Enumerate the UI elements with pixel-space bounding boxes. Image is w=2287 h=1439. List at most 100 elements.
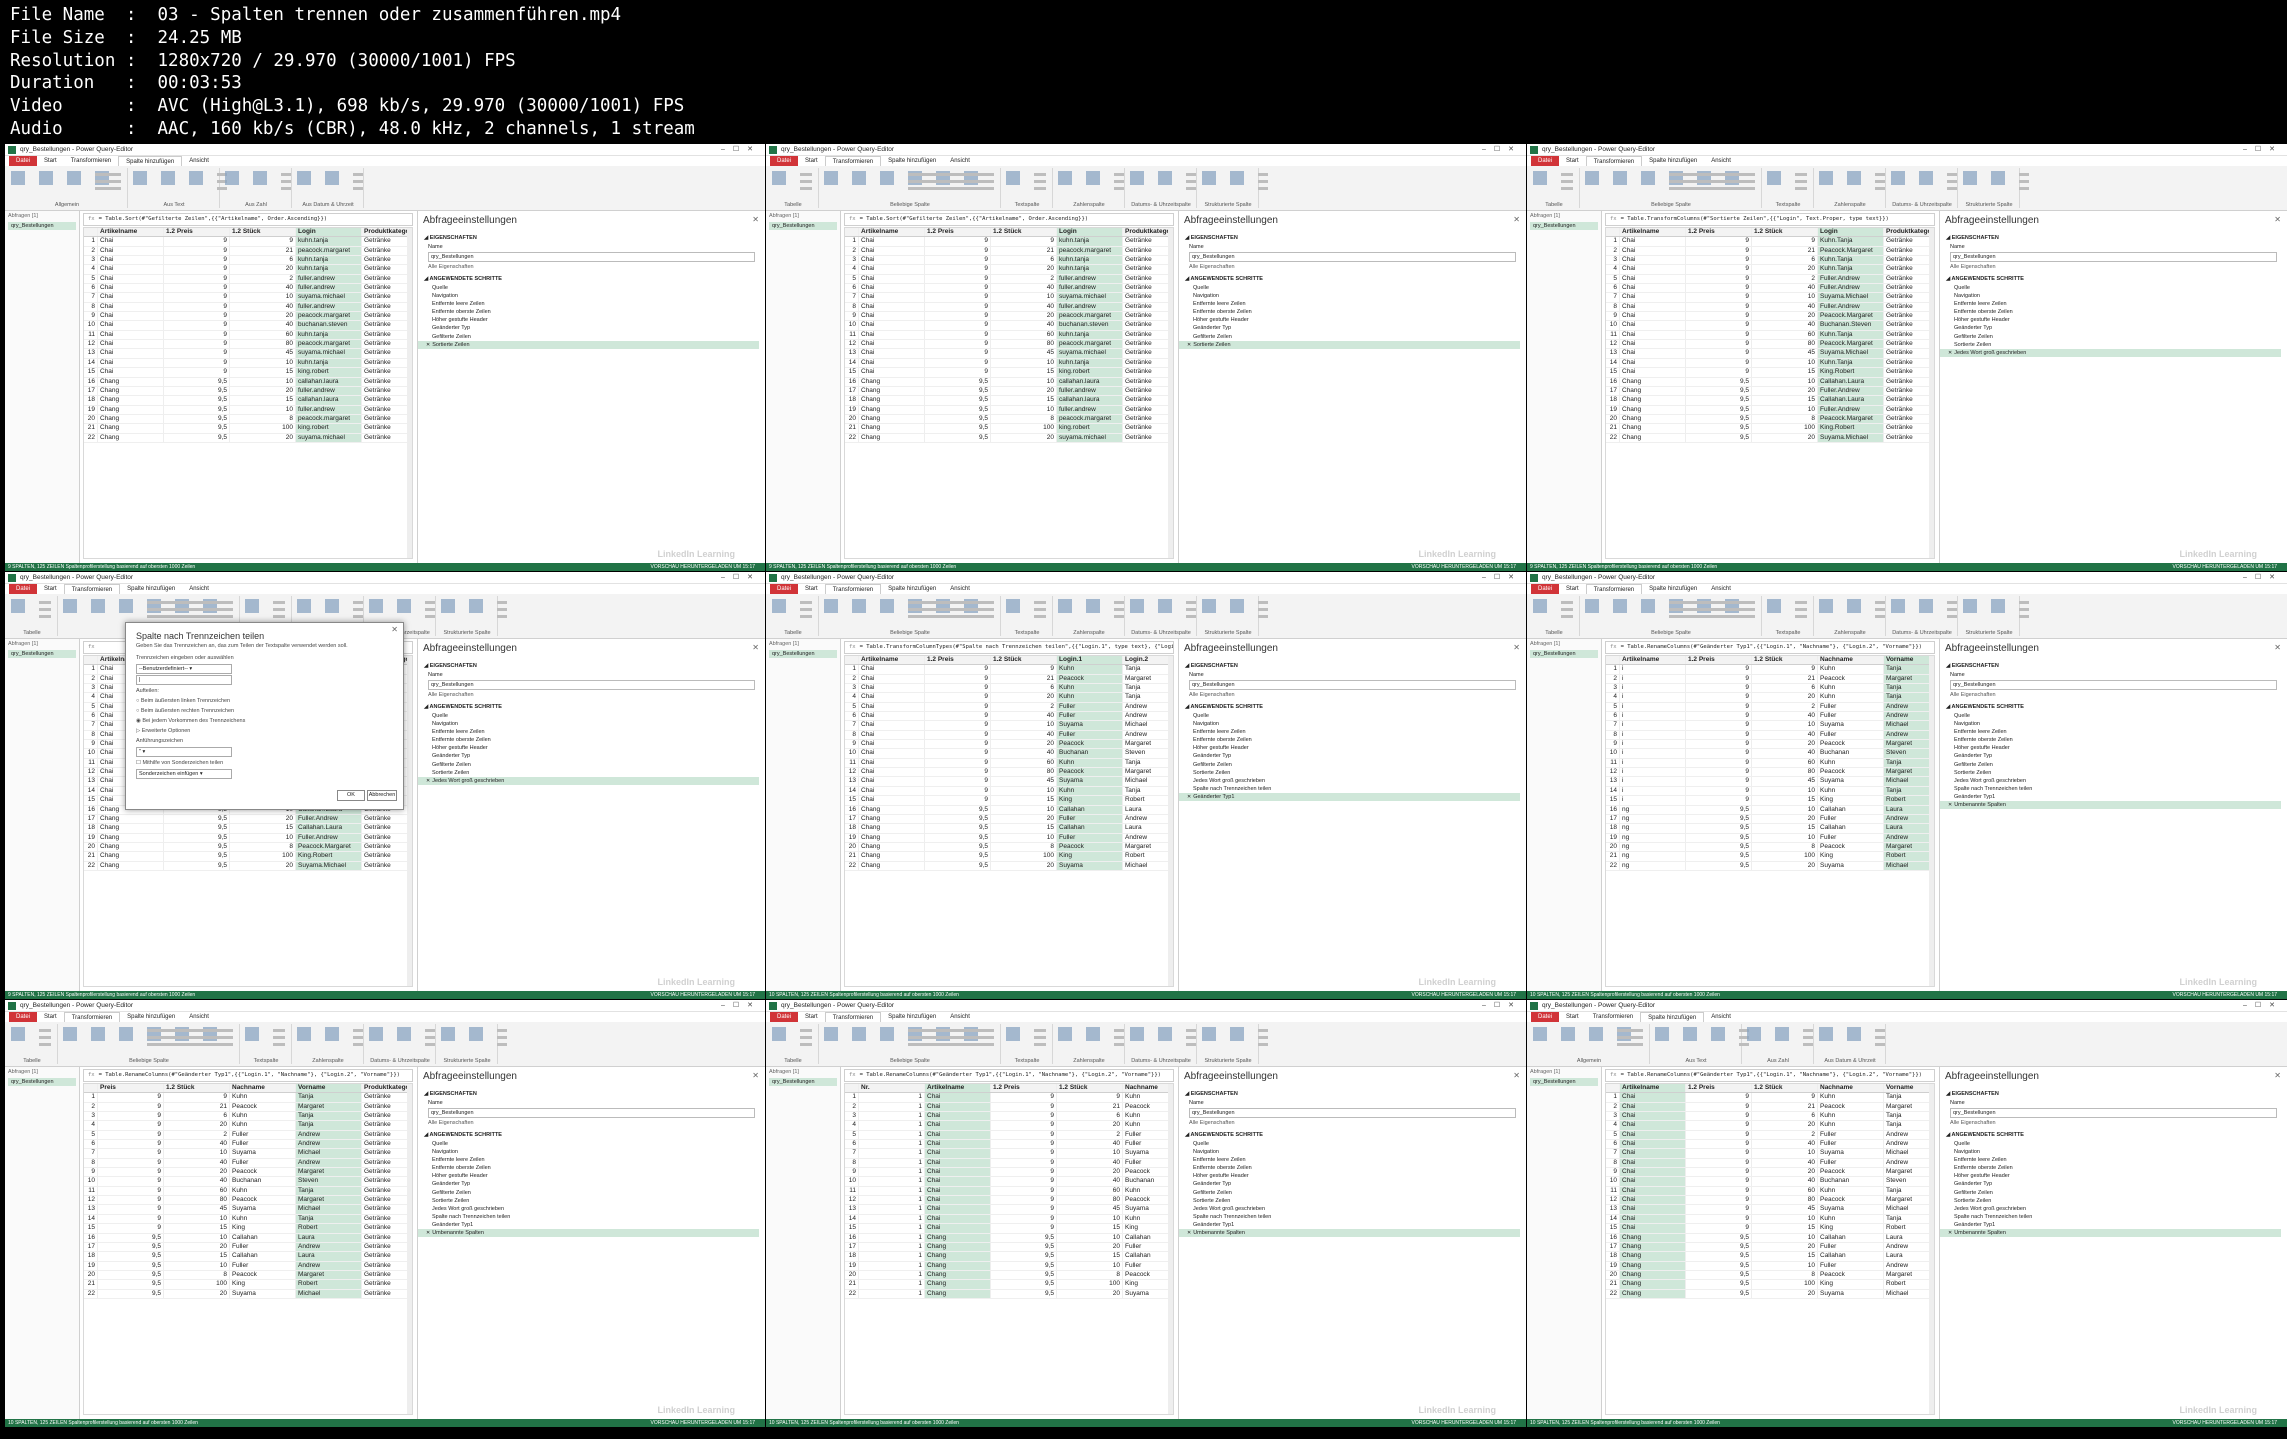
table-cell[interactable]: 9 [1686, 1186, 1752, 1196]
table-cell[interactable]: 9,5 [991, 1289, 1057, 1298]
table-cell[interactable]: Suyama [1057, 861, 1123, 870]
table-cell[interactable]: 9 [1686, 1121, 1752, 1130]
table-cell[interactable]: Chai [98, 340, 164, 349]
table-cell[interactable]: 9 [925, 730, 991, 740]
tab-spalte-hinzufügen[interactable]: Spalte hinzufügen [1642, 156, 1704, 166]
table-cell[interactable]: 6 [84, 712, 98, 721]
table-cell[interactable]: i [1620, 712, 1686, 721]
table-cell[interactable]: 9 [991, 1224, 1057, 1233]
table-cell[interactable]: Peacock.Margaret [1818, 340, 1884, 349]
table-cell[interactable]: Andrew [1123, 702, 1171, 712]
ribbon-item[interactable] [2019, 601, 2029, 604]
table-cell[interactable]: 10 [991, 786, 1057, 796]
table-cell[interactable]: Getränke [1123, 256, 1171, 265]
table-cell[interactable]: Chang [1620, 1280, 1686, 1289]
table-cell[interactable]: fuller.andrew [1057, 284, 1123, 293]
table-cell[interactable]: 9,5 [925, 414, 991, 424]
ribbon-item[interactable] [1669, 187, 1755, 190]
table-cell[interactable]: Andrew [1123, 833, 1171, 842]
table-cell[interactable]: 60 [164, 1186, 230, 1196]
vertical-scrollbar[interactable] [407, 228, 412, 558]
table-cell[interactable]: Chang [925, 1270, 991, 1280]
ribbon-button-icon[interactable] [91, 599, 105, 613]
table-cell[interactable]: 14 [845, 358, 859, 368]
table-cell[interactable]: 9 [845, 312, 859, 321]
ribbon-item[interactable] [425, 1036, 435, 1039]
applied-step[interactable]: Geänderter Typ1 [418, 1221, 759, 1229]
table-cell[interactable]: 40 [1057, 1140, 1123, 1149]
applied-step[interactable]: Geänderter Typ1 [1940, 1221, 2281, 1229]
window-controls[interactable]: –☐✕ [721, 573, 761, 581]
table-cell[interactable]: 10 [1752, 293, 1818, 302]
table-cell[interactable]: 20 [230, 814, 296, 824]
table-cell[interactable]: Getränke [362, 405, 410, 414]
ribbon-button-icon[interactable] [1819, 1027, 1833, 1041]
table-cell[interactable]: i [1620, 693, 1686, 702]
table-cell[interactable]: 4 [1606, 693, 1620, 702]
tab-ansicht[interactable]: Ansicht [1704, 584, 1738, 594]
table-cell[interactable]: 9 [1686, 674, 1752, 684]
table-cell[interactable]: 9 [925, 777, 991, 786]
table-cell[interactable]: Chang [98, 833, 164, 842]
table-cell[interactable]: Chang [98, 414, 164, 424]
table-cell[interactable]: King [230, 1224, 296, 1233]
table-cell[interactable]: Fuller [1123, 1140, 1171, 1149]
table-cell[interactable]: 9 [925, 684, 991, 693]
tab-spalte-hinzufügen[interactable]: Spalte hinzufügen [1640, 1011, 1705, 1023]
applied-step[interactable]: Geänderter Typ1 [1940, 793, 2281, 801]
table-cell[interactable]: 20 [84, 1270, 98, 1280]
query-item[interactable]: qry_Bestellungen [8, 650, 76, 658]
table-cell[interactable]: 9,5 [925, 805, 991, 814]
table-cell[interactable]: 10 [1606, 321, 1620, 330]
table-cell[interactable]: 10 [230, 833, 296, 842]
table-cell[interactable]: Callahan.Laura [1818, 396, 1884, 405]
ribbon-item[interactable] [353, 187, 363, 190]
ribbon-button-icon[interactable] [1747, 1027, 1761, 1041]
table-cell[interactable]: 15 [1752, 1224, 1818, 1233]
table-cell[interactable]: Callahan [230, 1252, 296, 1261]
table-cell[interactable]: 9 [1686, 293, 1752, 302]
table-cell[interactable]: Kuhn [1818, 1112, 1884, 1121]
applied-step[interactable]: Gefilterte Zeilen [418, 761, 759, 769]
applied-step[interactable]: Navigation [1940, 1148, 2281, 1156]
table-cell[interactable]: 10 [1752, 405, 1818, 414]
table-cell[interactable]: 20 [991, 312, 1057, 321]
table-cell[interactable]: Chai [859, 246, 925, 256]
table-cell[interactable]: 20 [1752, 740, 1818, 749]
table-cell[interactable]: Suyama [1818, 1289, 1884, 1298]
applied-step[interactable]: Navigation [418, 1148, 759, 1156]
table-cell[interactable]: 1 [859, 1186, 925, 1196]
table-cell[interactable]: ng [1620, 824, 1686, 833]
table-cell[interactable]: 1 [84, 237, 98, 246]
table-cell[interactable]: Peacock.Margaret [1818, 414, 1884, 424]
table-cell[interactable]: ng [1620, 861, 1686, 870]
table-cell[interactable]: 9 [925, 665, 991, 674]
tab-spalte-hinzufügen[interactable]: Spalte hinzufügen [118, 155, 183, 167]
table-cell[interactable]: Peacock [1818, 1102, 1884, 1112]
table-cell[interactable]: ng [1620, 842, 1686, 852]
ribbon-item[interactable] [1947, 187, 1957, 190]
table-cell[interactable]: 9 [991, 1205, 1057, 1214]
table-cell[interactable]: Chai [859, 265, 925, 274]
table-cell[interactable]: Suyama [1818, 1205, 1884, 1214]
ribbon-item[interactable] [1186, 1036, 1196, 1039]
table-cell[interactable]: 16 [845, 1233, 859, 1242]
table-cell[interactable]: Chang [925, 1289, 991, 1298]
column-header[interactable]: 1.2 Preis [1686, 1084, 1752, 1093]
table-cell[interactable]: 9 [845, 1168, 859, 1177]
table-cell[interactable]: Getränke [1123, 386, 1171, 396]
table-cell[interactable]: 9,5 [925, 386, 991, 396]
table-cell[interactable]: Chang [859, 852, 925, 861]
table-cell[interactable]: Chai [1620, 284, 1686, 293]
table-cell[interactable]: Kuhn [1123, 1121, 1171, 1130]
table-cell[interactable]: Peacock [230, 1270, 296, 1280]
table-cell[interactable]: Chai [925, 1177, 991, 1186]
table-cell[interactable]: 13 [84, 777, 98, 786]
table-cell[interactable]: 11 [84, 1186, 98, 1196]
table-cell[interactable]: 9 [84, 740, 98, 749]
table-cell[interactable]: Kuhn [1057, 684, 1123, 693]
ribbon-button-icon[interactable] [1767, 599, 1781, 613]
table-cell[interactable]: Michael [296, 1289, 362, 1298]
ribbon-item[interactable] [1795, 187, 1807, 190]
ribbon-button-icon[interactable] [1086, 599, 1100, 613]
